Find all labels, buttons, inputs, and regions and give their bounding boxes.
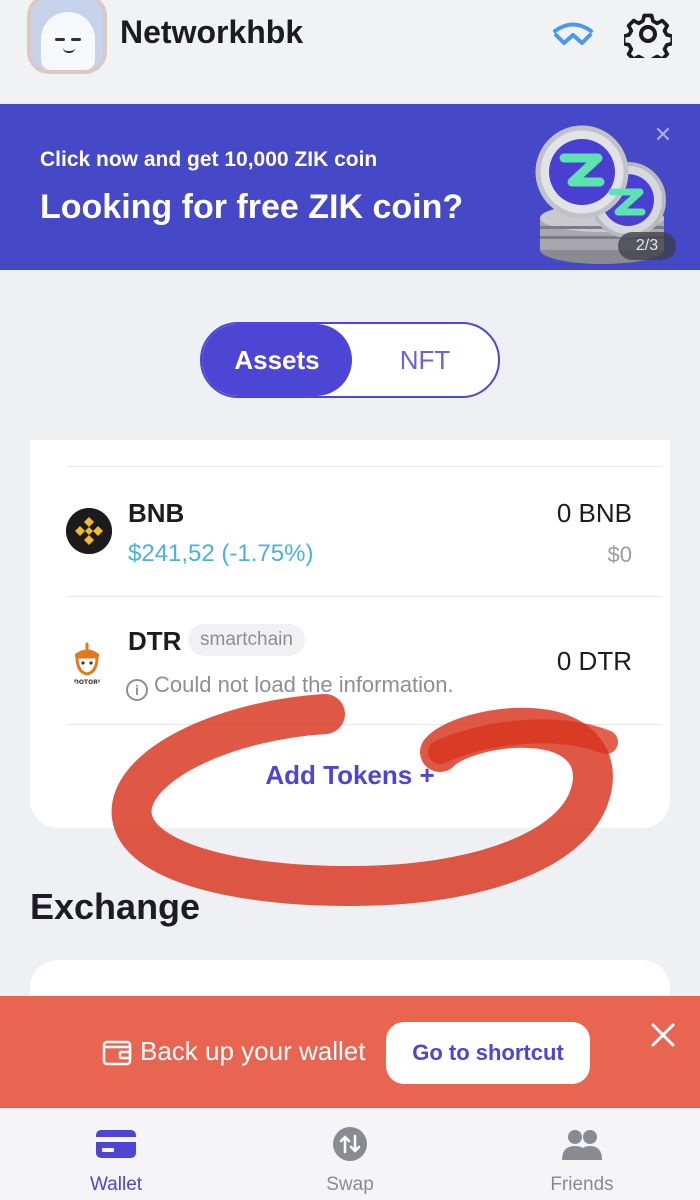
gear-icon[interactable] xyxy=(624,10,672,58)
assets-nft-toggle: Assets NFT xyxy=(200,322,500,398)
nav-friends[interactable]: Friends xyxy=(512,1108,652,1200)
banner-page-indicator: 2/3 xyxy=(618,232,676,260)
header: Networkhbk xyxy=(0,0,700,104)
close-icon[interactable] xyxy=(648,1020,678,1050)
nav-wallet-label: Wallet xyxy=(89,1174,143,1195)
assets-card: BNB $241,52 (-1.75%) 0 BNB $0 DOTORI DTR… xyxy=(30,440,670,828)
divider xyxy=(68,724,662,725)
tab-assets[interactable]: Assets xyxy=(202,324,352,396)
info-icon: i xyxy=(126,679,148,701)
go-to-shortcut-button[interactable]: Go to shortcut xyxy=(386,1022,590,1084)
token-symbol: BNB xyxy=(128,498,185,528)
divider xyxy=(68,466,662,467)
dotori-icon: DOTORI xyxy=(74,642,100,686)
walletconnect-icon[interactable] xyxy=(552,22,594,48)
backup-message: Back up your wallet xyxy=(140,1036,366,1066)
token-price: $241,52 (-1.75%) xyxy=(128,540,314,567)
wallet-card-icon xyxy=(96,1130,136,1158)
token-fiat-value: $0 xyxy=(607,542,632,567)
username[interactable]: Networkhbk xyxy=(120,14,303,51)
wallet-outline-icon xyxy=(102,1040,132,1066)
ghost-avatar-icon xyxy=(41,12,95,70)
nav-swap-label: Swap xyxy=(326,1174,374,1195)
avatar[interactable] xyxy=(27,0,107,74)
nav-friends-label: Friends xyxy=(550,1174,614,1195)
exchange-heading: Exchange xyxy=(30,886,201,927)
token-amount: 0 DTR xyxy=(556,646,632,676)
banner-subtitle: Click now and get 10,000 ZIK coin xyxy=(40,148,378,171)
banner-title: Looking for free ZIK coin? xyxy=(40,188,464,226)
add-tokens-button[interactable]: Add Tokens + xyxy=(30,760,670,791)
token-error-message: i Could not load the information. xyxy=(126,672,454,701)
nav-swap[interactable]: Swap xyxy=(280,1108,420,1200)
bnb-icon xyxy=(66,508,112,554)
swap-icon xyxy=(333,1127,367,1161)
nav-wallet[interactable]: Wallet xyxy=(46,1108,186,1200)
bottom-nav: Wallet Swap Friends xyxy=(0,1108,700,1200)
token-amount: 0 BNB xyxy=(556,498,632,528)
chain-badge: smartchain xyxy=(188,624,305,656)
friends-icon xyxy=(562,1130,602,1160)
promo-banner[interactable]: Click now and get 10,000 ZIK coin Lookin… xyxy=(0,104,700,270)
backup-wallet-banner: Back up your wallet Go to shortcut xyxy=(0,996,700,1108)
dotori-icon-caption: DOTORI xyxy=(74,679,100,686)
divider xyxy=(68,596,662,597)
token-symbol: DTR xyxy=(128,626,182,656)
banner-close-icon[interactable]: ✕ xyxy=(652,124,674,146)
tab-nft[interactable]: NFT xyxy=(352,324,498,396)
token-error-text: Could not load the information. xyxy=(154,672,454,697)
